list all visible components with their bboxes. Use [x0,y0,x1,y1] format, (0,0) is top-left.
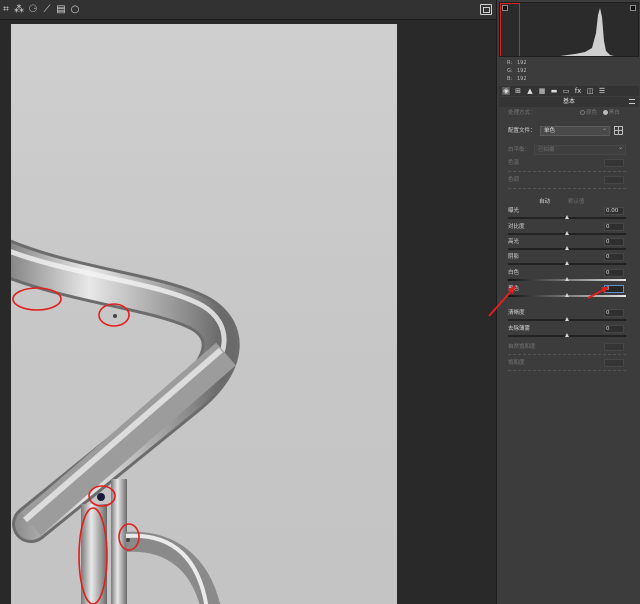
detail-icon[interactable]: ▲ [526,87,534,95]
slider-track-disabled[interactable] [508,354,626,355]
annotation-arrow-1 [488,285,516,317]
g-label: G: [507,68,513,74]
annotation-box [500,3,520,56]
hsl-icon[interactable]: ▦ [538,87,546,95]
fullscreen-icon[interactable] [480,4,492,15]
auto-default-row: 自动 默认值 [508,197,624,207]
slider-label: 白色 [508,270,520,276]
presets-icon[interactable]: ☰ [598,87,606,95]
slider-track[interactable] [508,246,626,250]
histogram [499,2,639,57]
treatment-bw-label: 黑白 [608,110,620,116]
slider-label: 饱和度 [508,360,525,366]
redeye-icon[interactable]: ⚆ [27,3,39,17]
slider-thumb[interactable] [565,293,569,297]
crop-icon[interactable]: ⌗ [0,3,12,17]
radial-icon[interactable]: ○ [69,3,81,17]
treatment-label: 处理方式： [508,110,536,116]
top-toolbar: ⌗ ⁂ ⚆ ⟋ ▤ ○ [0,0,496,20]
tint-slider[interactable] [508,188,626,189]
treatment-color-label: 颜色 [586,110,598,116]
slider-label: 高光 [508,239,520,245]
g-value: 192 [517,68,527,74]
tint-value[interactable] [604,176,624,184]
slider-track[interactable] [508,261,626,265]
fx-icon[interactable]: fx [574,87,582,95]
slider-thumb[interactable] [565,215,569,219]
temp-value[interactable] [604,159,624,167]
slider-label: 对比度 [508,224,525,230]
camera-calib-icon[interactable]: ◫ [586,87,594,95]
slider-track[interactable] [508,317,626,321]
slider-value[interactable]: 0 [604,223,624,231]
slider-thumb[interactable] [565,277,569,281]
profile-select[interactable]: 单色 [540,125,610,136]
wb-select[interactable]: 已拍摄 [534,144,626,155]
tint-label: 色调 [508,177,520,183]
slider-track[interactable] [508,333,626,337]
slider-track-disabled[interactable] [508,370,626,371]
annotation-arrow-2 [587,287,609,299]
panel-tabs: ◉ ⊞ ▲ ▦ ▬ ▭ fx ◫ ☰ [499,86,639,96]
slider-value[interactable] [604,359,624,367]
brush-icon[interactable]: ⟋ [41,3,53,17]
slider-thumb[interactable] [565,246,569,250]
slider-track[interactable] [508,277,626,281]
slider-thumb[interactable] [565,231,569,235]
slider-track[interactable] [508,231,626,235]
rgb-readout: R: 192 G: 192 B: 192 [507,59,547,83]
temp-label: 色温 [508,160,520,166]
treatment-bw-radio[interactable] [602,110,608,115]
b-value: 192 [517,76,527,82]
slider-label: 曝光 [508,208,520,214]
photo-preview[interactable] [11,24,397,604]
section-title-text: 基本 [562,98,575,105]
menu-icon[interactable] [629,99,635,104]
slider-value[interactable] [604,343,624,351]
gradient-icon[interactable]: ▤ [55,3,67,17]
slider-track[interactable] [508,215,626,219]
lens-icon[interactable]: ▭ [562,87,570,95]
treatment-color-radio[interactable] [580,110,585,115]
split-tone-icon[interactable]: ▬ [550,87,558,95]
auto-button[interactable]: 自动 [539,197,550,207]
b-label: B: [507,76,513,82]
slider-value[interactable]: 0 [604,309,624,317]
slider-thumb[interactable] [565,333,569,337]
slider-label: 去除薄雾 [508,326,531,332]
slider-value[interactable]: 0 [604,325,624,333]
profile-browser-icon[interactable] [614,126,623,135]
temp-slider[interactable] [508,171,626,172]
slider-label: 阴影 [508,254,520,260]
histogram-graph [560,8,614,56]
slider-value[interactable]: 0.00 [604,207,624,215]
basic-icon[interactable]: ◉ [502,87,510,95]
treatment-row: 处理方式： 颜色 黑白 [508,108,628,118]
wb-label: 白平衡： [508,147,531,153]
slider-value[interactable]: 0 [604,238,624,246]
slider-value[interactable]: 0 [604,269,624,277]
highlight-clip-toggle[interactable] [630,5,636,11]
default-button[interactable]: 默认值 [568,197,585,207]
section-title: 基本 [499,97,639,107]
curve-icon[interactable]: ⊞ [514,87,522,95]
heal-icon[interactable]: ⁂ [13,3,25,17]
slider-label: 自然饱和度 [508,344,536,350]
profile-label: 配置文件： [508,128,536,134]
slider-thumb[interactable] [565,317,569,321]
slider-thumb[interactable] [565,261,569,265]
preview-canvas [0,20,496,604]
r-label: R: [507,60,513,66]
slider-value[interactable]: 0 [604,253,624,261]
r-value: 192 [517,60,527,66]
